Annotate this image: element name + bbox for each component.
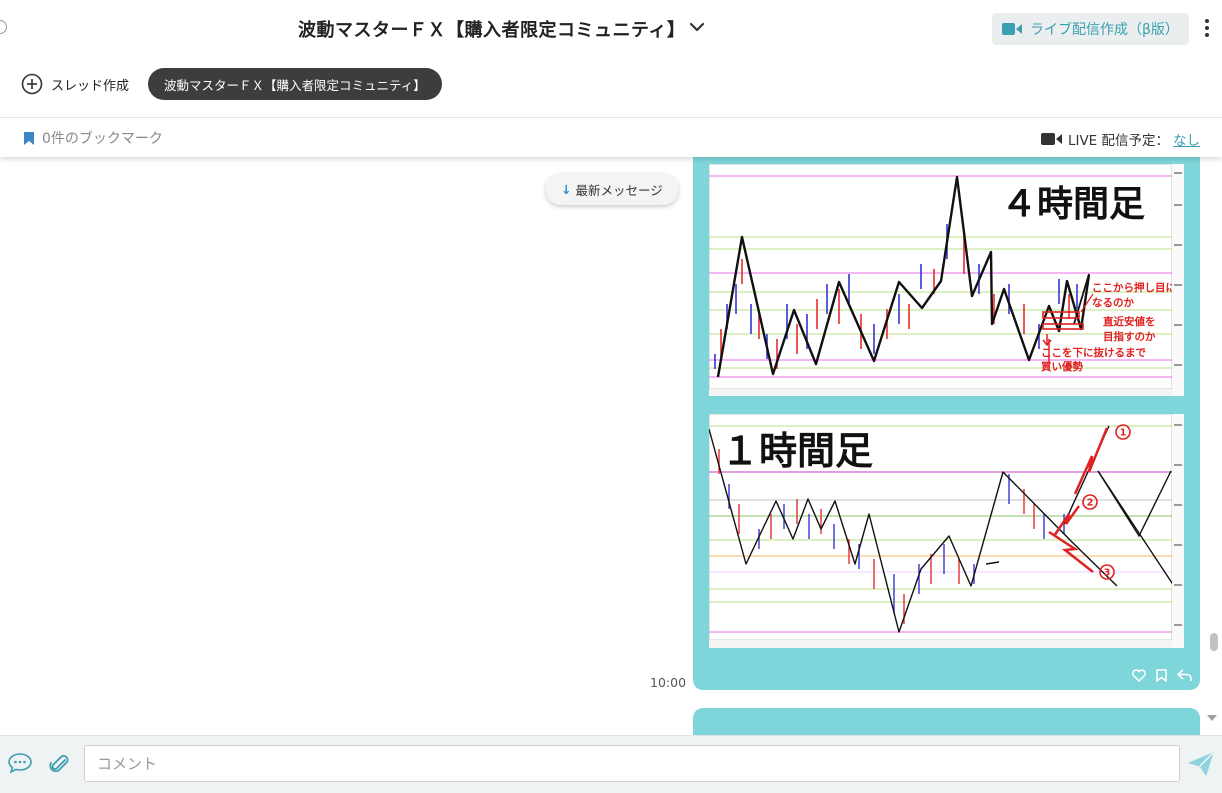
reply-icon[interactable] [1177, 669, 1192, 682]
video-camera-icon [1040, 133, 1062, 145]
add-circle-icon [21, 73, 43, 95]
bookmark-icon[interactable] [1156, 669, 1167, 682]
thread-bar: スレッド作成 波動マスターＦＸ【購入者限定コミュニティ】 [0, 56, 1222, 116]
bookmark-count: 0件のブックマーク [42, 131, 163, 147]
create-live-label: ライブ配信作成（β版） [1030, 22, 1179, 38]
message-bubble: ４時間足 ここから押し目に なるのか 直近安値を 目指すのか ここを下に抜けるま… [693, 157, 1200, 690]
chart-4h-title: ４時間足 [1001, 184, 1145, 225]
chart-image-1h[interactable]: 1 2 3 １時間足 [708, 413, 1184, 648]
scrollbar-thumb[interactable] [1210, 633, 1218, 651]
chart-image-4h[interactable]: ４時間足 ここから押し目に なるのか 直近安値を 目指すのか ここを下に抜けるま… [708, 163, 1184, 396]
comment-input[interactable] [84, 745, 1180, 782]
heart-icon[interactable] [1132, 669, 1146, 682]
chart-4h-annotation-4: 目指すのか [1103, 330, 1156, 343]
more-menu-icon[interactable] [1202, 18, 1212, 38]
chart-4h-annotation-6: 買い優勢 [1041, 360, 1083, 373]
bookmark-button[interactable]: 0件のブックマーク [24, 128, 163, 148]
latest-messages-label: 最新メッセージ [575, 182, 663, 198]
message-actions [1132, 669, 1192, 682]
latest-messages-button[interactable]: ↓ 最新メッセージ [545, 173, 679, 205]
chart-1h-graphic: 1 2 3 １時間足 [708, 413, 1184, 648]
scroll-down-icon[interactable] [1207, 715, 1217, 721]
message-bubble-next [693, 708, 1200, 735]
chart-4h-annotation-1: ここから押し目に [1092, 281, 1176, 294]
create-thread-button[interactable]: スレッド作成 [21, 73, 129, 95]
thread-tab-active[interactable]: 波動マスターＦＸ【購入者限定コミュニティ】 [148, 68, 442, 100]
live-schedule: LIVE 配信予定： なし [1040, 129, 1200, 149]
arrow-down-icon: ↓ [561, 181, 572, 197]
create-live-button[interactable]: ライブ配信作成（β版） [992, 13, 1189, 45]
video-camera-icon [1002, 23, 1022, 35]
bookmark-bar: 0件のブックマーク LIVE 配信予定： なし [0, 117, 1222, 157]
paperclip-icon[interactable] [48, 752, 70, 776]
chart-4h-annotation-2: なるのか [1092, 297, 1134, 309]
chart-1h-marker-2: 2 [1087, 498, 1094, 509]
bookmark-icon [24, 131, 34, 145]
composer [0, 735, 1222, 793]
chart-1h-marker-3: 3 [1104, 568, 1111, 579]
chat-bubble-icon[interactable] [8, 753, 32, 773]
live-schedule-label: LIVE 配信予定： [1067, 133, 1169, 149]
chevron-down-icon[interactable] [688, 18, 706, 36]
send-icon[interactable] [1188, 752, 1214, 776]
message-timestamp: 10:00 [650, 675, 687, 690]
chart-1h-marker-1: 1 [1120, 428, 1127, 439]
app-window: 波動マスターＦＸ【購入者限定コミュニティ】 ライブ配信作成（β版） スレッド作成 [0, 0, 1222, 793]
chart-4h-graphic: ４時間足 ここから押し目に なるのか 直近安値を 目指すのか ここを下に抜けるま… [708, 163, 1184, 396]
message-list[interactable]: ４時間足 ここから押し目に なるのか 直近安値を 目指すのか ここを下に抜けるま… [0, 157, 1222, 735]
header: 波動マスターＦＸ【購入者限定コミュニティ】 ライブ配信作成（β版） [0, 0, 1222, 56]
chart-4h-annotation-5: ここを下に抜けるまで [1041, 346, 1146, 359]
live-schedule-link[interactable]: なし [1173, 129, 1200, 149]
create-thread-label: スレッド作成 [51, 78, 130, 94]
chart-4h-annotation-3: 直近安値を [1103, 315, 1156, 328]
back-icon[interactable] [0, 20, 7, 34]
chart-1h-title: １時間足 [721, 429, 873, 473]
community-title[interactable]: 波動マスターＦＸ【購入者限定コミュニティ】 [298, 16, 685, 42]
